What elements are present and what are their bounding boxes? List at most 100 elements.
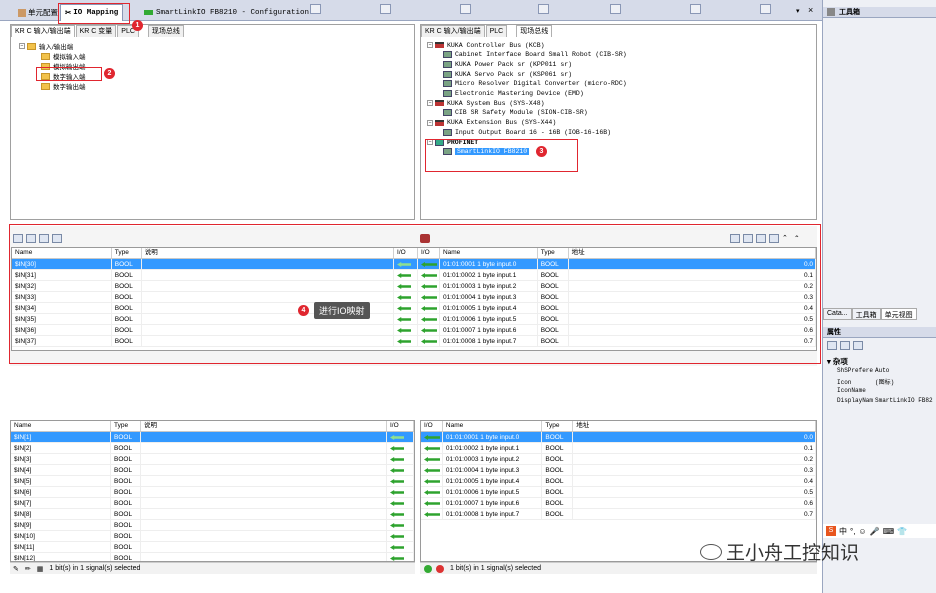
tab-scroll-button[interactable] bbox=[610, 4, 621, 14]
table-row[interactable]: $IN[5] BOOL bbox=[11, 476, 414, 487]
collapse-icon[interactable]: − bbox=[427, 42, 433, 48]
table-row[interactable]: $IN[12] BOOL bbox=[11, 553, 414, 561]
fieldbus-tree-item[interactable]: Electronic Mastering Device (EMD) bbox=[443, 89, 584, 99]
cell-name: 01:01:0004 1 byte input.3 bbox=[443, 465, 543, 475]
col-type[interactable]: Type bbox=[542, 421, 574, 431]
fieldbus-tree-item[interactable]: Input Output Board 16 - 16B (IOB-16-16B) bbox=[443, 127, 611, 137]
property-row[interactable]: IconName bbox=[837, 387, 875, 394]
tab-dropdown-icon[interactable]: ▾ bbox=[796, 7, 800, 15]
fieldbus-tree-item[interactable]: KUKA Servo Pack sr (KSP061 sr) bbox=[443, 69, 572, 79]
property-pages-icon[interactable] bbox=[853, 341, 863, 351]
table-row[interactable]: $IN[1] BOOL bbox=[11, 432, 414, 443]
table-row[interactable]: $IN[6] BOOL bbox=[11, 487, 414, 498]
cell-desc bbox=[141, 498, 387, 508]
table-row[interactable]: $IN[8] BOOL bbox=[11, 509, 414, 520]
property-row[interactable]: Icon (图标) bbox=[837, 377, 894, 386]
cell-desc bbox=[141, 454, 387, 464]
col-io[interactable]: I/O bbox=[387, 421, 414, 431]
table-row[interactable]: 01:01:0001 1 byte input.0 BOOL 0.0 bbox=[421, 432, 816, 443]
ime-skin-icon[interactable]: 👕 bbox=[897, 527, 907, 536]
status-red-icon[interactable] bbox=[436, 564, 444, 573]
tab-scroll-button[interactable] bbox=[690, 4, 701, 14]
cell-desc bbox=[141, 553, 387, 561]
ime-punct-icon[interactable]: °, bbox=[850, 527, 855, 536]
table-row[interactable]: $IN[7] BOOL bbox=[11, 498, 414, 509]
fieldbus-tree-item[interactable]: Cabinet Interface Board Small Robot (CIB… bbox=[443, 50, 627, 60]
tree-item-digital-out[interactable]: 数字输出端 bbox=[41, 81, 86, 91]
sogou-icon[interactable]: S bbox=[826, 526, 836, 536]
table-row[interactable]: $IN[2] BOOL bbox=[11, 443, 414, 454]
sort-az-icon[interactable] bbox=[840, 341, 850, 351]
cell-io bbox=[421, 465, 443, 475]
collapse-icon[interactable]: − bbox=[427, 100, 433, 107]
tree-item-analog-in[interactable]: 模拟输入端 bbox=[41, 51, 86, 61]
device-icon bbox=[443, 128, 452, 136]
table-row[interactable]: 01:01:0004 1 byte input.3 BOOL 0.3 bbox=[421, 465, 816, 476]
collapse-icon[interactable]: − bbox=[19, 43, 25, 49]
col-name[interactable]: Name bbox=[443, 421, 543, 431]
tab-fieldbus[interactable]: 现场总线 bbox=[516, 25, 553, 37]
table-row[interactable]: 01:01:0008 1 byte input.7 BOOL 0.7 bbox=[421, 509, 816, 520]
cell-addr: 0.4 bbox=[573, 476, 816, 486]
table-row[interactable]: 01:01:0006 1 byte input.5 BOOL 0.5 bbox=[421, 487, 816, 498]
col-desc[interactable]: 说明 bbox=[141, 421, 387, 431]
table-row[interactable]: $IN[11] BOOL bbox=[11, 542, 414, 553]
tab-scroll-button[interactable] bbox=[380, 4, 391, 14]
smartlink-icon bbox=[144, 10, 153, 15]
property-row[interactable]: DisplayNam SmartLinkIO FB82 bbox=[837, 397, 933, 404]
tab-catalog[interactable]: Cata... bbox=[823, 308, 852, 320]
table-row[interactable]: 01:01:0003 1 byte input.2 BOOL 0.2 bbox=[421, 454, 816, 465]
tab-unit-view[interactable]: 单元视图 bbox=[880, 308, 917, 320]
tab-scroll-button[interactable] bbox=[538, 4, 549, 14]
tab-fieldbus[interactable]: 现场总线 bbox=[147, 25, 184, 37]
tab-krc-io[interactable]: KR C 输入/输出端 bbox=[421, 25, 485, 37]
close-icon[interactable]: × bbox=[808, 5, 813, 15]
table-row[interactable]: $IN[10] BOOL bbox=[11, 531, 414, 542]
fieldbus-tree-item[interactable]: KUKA Power Pack sr (KPP011 sr) bbox=[443, 59, 572, 69]
tab-krc-vars[interactable]: KR C 变量 bbox=[75, 25, 117, 37]
ime-keyboard-icon[interactable]: ⌨ bbox=[883, 527, 895, 536]
status-tool-icon[interactable]: ✏ bbox=[25, 565, 31, 573]
tab-unit-config[interactable]: 单元配置 bbox=[14, 4, 62, 21]
col-addr[interactable]: 地址 bbox=[573, 421, 816, 431]
cell-io bbox=[421, 498, 443, 508]
table-row[interactable]: $IN[9] BOOL bbox=[11, 520, 414, 531]
tree-root[interactable]: − 输入/输出端 bbox=[19, 41, 73, 51]
tab-smartlink-label: SmartLinkIO FB8210 - Configuration bbox=[156, 8, 310, 17]
col-io[interactable]: I/O bbox=[421, 421, 443, 431]
tab-scroll-button[interactable] bbox=[310, 4, 321, 14]
status-green-icon[interactable] bbox=[424, 564, 432, 573]
fieldbus-tree-item[interactable]: − KUKA Controller Bus (KCB) bbox=[427, 40, 545, 50]
tab-krc-io[interactable]: KR C 输入/输出端 bbox=[11, 25, 75, 37]
ime-mode[interactable]: 中 bbox=[839, 526, 847, 537]
fieldbus-panel: KR C 输入/输出端 PLC 现场总线 − KUKA Controller Bu… bbox=[420, 24, 817, 220]
table-row[interactable]: $IN[3] BOOL bbox=[11, 454, 414, 465]
col-name[interactable]: Name bbox=[11, 421, 111, 431]
tab-smartlink-config[interactable]: SmartLinkIO FB8210 - Configuration bbox=[140, 4, 313, 21]
ime-emoji-icon[interactable]: ☺ bbox=[858, 527, 866, 536]
tab-plc[interactable]: PLC bbox=[485, 25, 508, 37]
tab-scroll-button[interactable] bbox=[460, 4, 471, 14]
fieldbus-tree-item[interactable]: Micro Resolver Digital Converter (micro-… bbox=[443, 79, 627, 89]
fieldbus-tree-item[interactable]: − KUKA Extension Bus (SYS-X44) bbox=[427, 118, 556, 128]
cell-addr: 0.0 bbox=[573, 432, 816, 442]
tab-scroll-button[interactable] bbox=[760, 4, 771, 14]
tab-toolbox[interactable]: 工具箱 bbox=[851, 308, 881, 320]
table-row[interactable]: 01:01:0005 1 byte input.4 BOOL 0.4 bbox=[421, 476, 816, 487]
ime-mic-icon[interactable]: 🎤 bbox=[870, 527, 880, 536]
fieldbus-tree-label: KUKA System Bus (SYS-X48) bbox=[447, 99, 545, 107]
fieldbus-tree-item[interactable]: − KUKA System Bus (SYS-X48) bbox=[427, 98, 545, 108]
table-row[interactable]: 01:01:0007 1 byte input.6 BOOL 0.6 bbox=[421, 498, 816, 509]
categorized-icon[interactable] bbox=[827, 341, 837, 351]
device-icon bbox=[443, 80, 452, 88]
table-row[interactable]: 01:01:0002 1 byte input.1 BOOL 0.1 bbox=[421, 443, 816, 454]
status-tool-icon[interactable]: ▦ bbox=[37, 565, 44, 573]
fieldbus-tree-item[interactable]: CIB SR Safety Module (SION-CIB-SR) bbox=[443, 108, 588, 118]
property-key: IconName bbox=[837, 387, 866, 394]
col-type[interactable]: Type bbox=[111, 421, 141, 431]
property-row[interactable]: ShSPrefere Auto bbox=[837, 367, 889, 374]
table-row[interactable]: $IN[4] BOOL bbox=[11, 465, 414, 476]
status-tool-icon[interactable]: ✎ bbox=[13, 565, 19, 573]
collapse-icon[interactable]: − bbox=[427, 119, 433, 126]
category-misc[interactable]: ▾ 杂项 bbox=[827, 356, 848, 367]
